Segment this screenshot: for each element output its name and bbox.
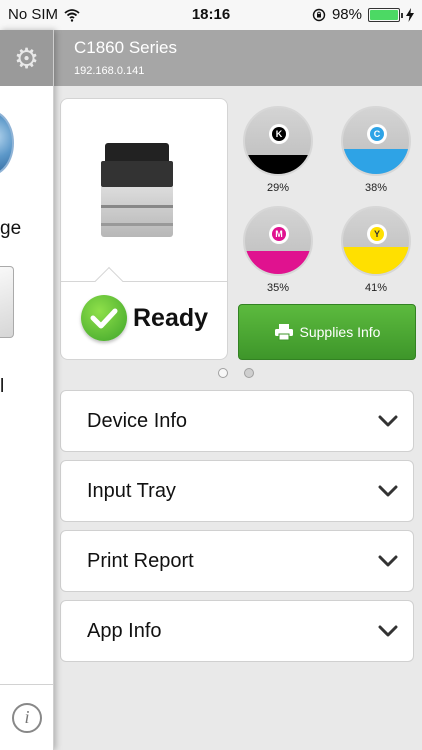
toner-gauge: Y — [341, 206, 411, 276]
accordion-label: Device Info — [87, 409, 188, 432]
chevron-down-icon — [378, 625, 398, 637]
toner-black: K 29% — [242, 106, 314, 194]
toner-fill — [245, 154, 311, 174]
toner-fill — [343, 148, 409, 174]
checkmark-icon — [81, 295, 127, 341]
toner-magenta: M 35% — [242, 206, 314, 294]
printer-status-card[interactable]: Ready — [60, 98, 228, 360]
toner-cyan: C 38% — [340, 106, 412, 194]
status-ready-label: Ready — [133, 303, 209, 332]
device-header: C1860 Series 192.168.0.141 — [54, 30, 422, 86]
page-indicator — [218, 368, 254, 378]
supplies-info-button[interactable]: Supplies Info — [238, 304, 416, 360]
toner-letter-badge: Y — [367, 224, 387, 244]
accordion-print-report[interactable]: Print Report — [60, 530, 414, 592]
printer-icon — [274, 324, 293, 341]
status-row: Ready — [81, 295, 208, 341]
toner-gauge: M — [243, 206, 313, 276]
settings-gear-icon[interactable]: ⚙ — [14, 42, 39, 75]
toner-percent: 35% — [266, 282, 290, 294]
chevron-down-icon — [378, 415, 398, 427]
toner-gauge: C — [341, 106, 411, 176]
toner-gauge: K — [243, 106, 313, 176]
sidebar-header: ⚙ — [0, 30, 53, 86]
accordion-label: Print Report — [87, 549, 194, 572]
chevron-down-icon — [378, 485, 398, 497]
device-title: C1860 Series — [74, 38, 178, 57]
page-dot-2[interactable] — [244, 368, 254, 378]
toner-percent: 41% — [364, 282, 388, 294]
accordion-app-info[interactable]: App Info — [60, 600, 414, 662]
side-drawer: ⚙ ge l i — [0, 30, 54, 750]
sidebar-item-label[interactable]: ge — [0, 218, 21, 240]
accordion-label: Input Tray — [87, 479, 176, 502]
accordion-label: App Info — [87, 619, 162, 642]
chevron-down-icon — [378, 555, 398, 567]
toner-letter-badge: M — [269, 224, 289, 244]
toner-fill — [245, 250, 311, 274]
charging-icon — [406, 7, 414, 22]
card-divider — [61, 281, 227, 282]
toner-yellow: Y 41% — [340, 206, 412, 294]
accordion-input-tray[interactable]: Input Tray — [60, 460, 414, 522]
globe-icon[interactable] — [0, 110, 14, 176]
sidebar-footer: i — [0, 684, 53, 750]
toner-percent: 29% — [266, 182, 290, 194]
envelope-icon[interactable] — [0, 266, 14, 338]
main-content: Ready K 29% C 38% M 35% Y 41% Supplies I… — [54, 86, 422, 750]
rotation-lock-icon — [312, 8, 326, 21]
sidebar-item-label-2[interactable]: l — [0, 376, 4, 398]
battery-icon — [368, 7, 403, 22]
page-dot-1[interactable] — [218, 368, 228, 378]
device-ip: 192.168.0.141 — [74, 65, 145, 77]
toner-fill — [343, 246, 409, 274]
toner-letter-badge: K — [269, 124, 289, 144]
status-bar: No SIM 18:16 98% — [0, 0, 422, 30]
supplies-info-label: Supplies Info — [299, 324, 381, 340]
printer-image — [101, 139, 173, 237]
battery-percent: 98% — [331, 6, 362, 23]
card-notch — [94, 266, 124, 296]
status-right: 98% — [312, 6, 414, 23]
toner-percent: 38% — [364, 182, 388, 194]
toner-letter-badge: C — [367, 124, 387, 144]
accordion-device-info[interactable]: Device Info — [60, 390, 414, 452]
info-icon[interactable]: i — [12, 702, 42, 733]
